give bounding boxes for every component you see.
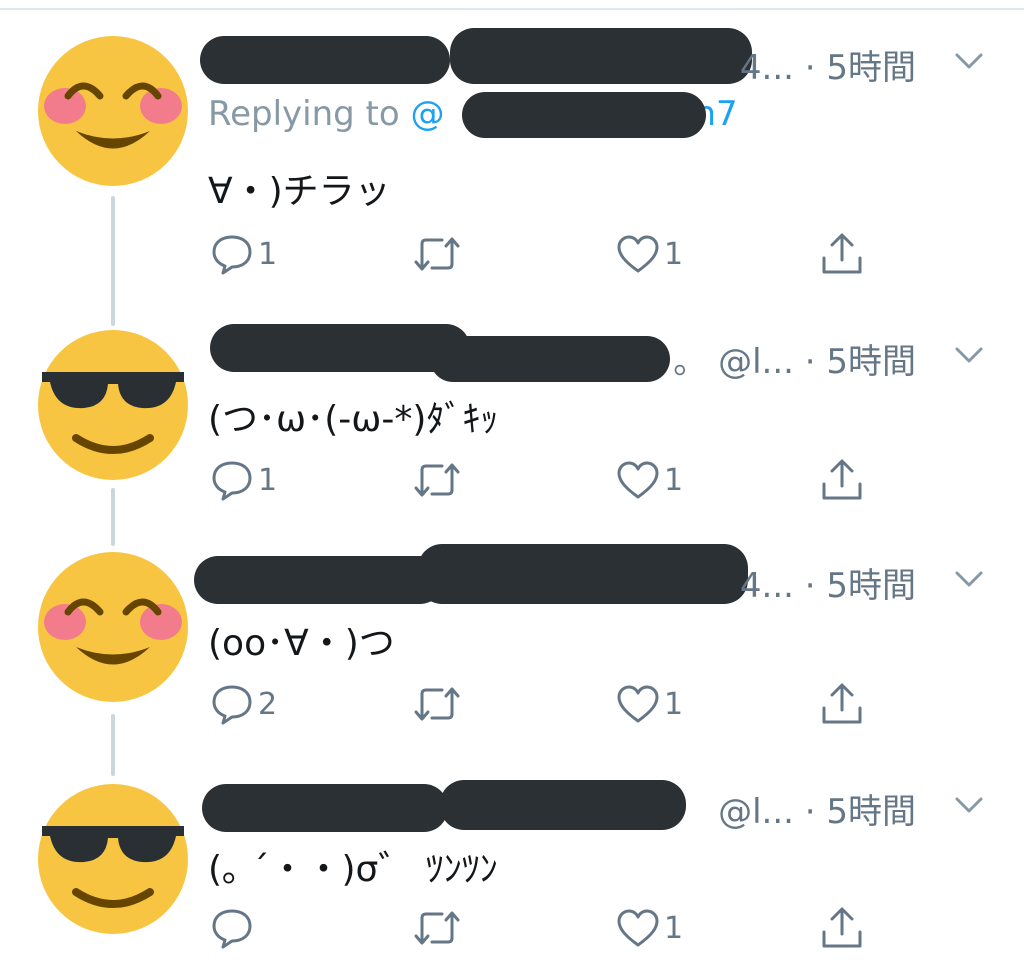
chevron-down-icon[interactable] [952, 44, 986, 78]
thread-line [111, 714, 115, 776]
like-icon [617, 235, 659, 273]
redacted-name [194, 556, 444, 604]
tweet-meta[interactable]: 。 @l... · 5時間 [673, 334, 916, 383]
reply-button[interactable]: 2 [210, 682, 277, 726]
tweet-text: ∀・)チラッ [208, 171, 391, 212]
like-button[interactable]: 1 [616, 232, 683, 276]
share-icon[interactable] [818, 904, 866, 952]
like-count: 1 [664, 462, 684, 498]
redacted-name [430, 336, 670, 382]
like-count: 1 [664, 686, 684, 722]
like-button[interactable]: 1 [616, 682, 683, 726]
thread-line [111, 488, 115, 546]
share-icon[interactable] [818, 230, 866, 278]
retweet-button[interactable] [412, 232, 466, 276]
tweet-text: (つ･ω･(-ω-*)ﾀﾞｷｯ [208, 399, 499, 440]
smiling-blush-emoji-icon [38, 552, 188, 702]
reply-count: 2 [258, 686, 278, 722]
avatar[interactable] [38, 36, 188, 186]
chevron-down-icon[interactable] [952, 562, 986, 596]
top-divider [0, 0, 1024, 10]
like-icon [617, 909, 659, 947]
reply-count: 1 [258, 462, 278, 498]
redacted-handle [462, 92, 706, 138]
redacted-name [202, 784, 448, 832]
chevron-down-icon[interactable] [952, 788, 986, 822]
avatar[interactable] [38, 552, 188, 702]
avatar[interactable] [38, 784, 188, 934]
tweet-meta[interactable]: 4... · 5時間 [740, 40, 916, 89]
redacted-name [440, 780, 686, 830]
like-button[interactable]: 1 [616, 906, 683, 950]
chevron-down-icon[interactable] [952, 338, 986, 372]
retweet-button[interactable] [412, 458, 466, 502]
retweet-icon [414, 237, 460, 271]
reply-icon [212, 461, 252, 501]
share-icon[interactable] [818, 456, 866, 504]
reply-button[interactable]: 1 [210, 232, 277, 276]
tweet-text: (oo･∀・)つ [208, 623, 395, 664]
redacted-name [200, 36, 450, 84]
tweet-meta[interactable]: @l... · 5時間 [718, 784, 916, 833]
retweet-icon [414, 463, 460, 497]
share-icon[interactable] [818, 680, 866, 728]
reply-button[interactable] [210, 906, 258, 950]
reply-icon [212, 685, 252, 725]
avatar[interactable] [38, 330, 188, 480]
reply-button[interactable]: 1 [210, 458, 277, 502]
redacted-name [450, 28, 752, 84]
reply-handle-prefix[interactable]: @ [411, 94, 445, 134]
reply-count: 1 [258, 236, 278, 272]
sunglasses-emoji-icon [38, 330, 188, 480]
like-icon [617, 461, 659, 499]
tweet-meta[interactable]: 4... · 5時間 [740, 558, 916, 607]
retweet-icon [414, 911, 460, 945]
thread-line [111, 196, 115, 326]
like-button[interactable]: 1 [616, 458, 683, 502]
smiling-blush-emoji-icon [38, 36, 188, 186]
like-icon [617, 685, 659, 723]
reply-icon [212, 909, 252, 949]
like-count: 1 [664, 910, 684, 946]
retweet-icon [414, 687, 460, 721]
retweet-button[interactable] [412, 906, 466, 950]
tweet-text: (｡ ´・・)σ゛ ﾂﾝﾂﾝ [208, 849, 498, 890]
replying-to-label: Replying to [208, 94, 400, 134]
sunglasses-emoji-icon [38, 784, 188, 934]
like-count: 1 [664, 236, 684, 272]
redacted-name [418, 544, 748, 604]
retweet-button[interactable] [412, 682, 466, 726]
reply-icon [212, 235, 252, 275]
